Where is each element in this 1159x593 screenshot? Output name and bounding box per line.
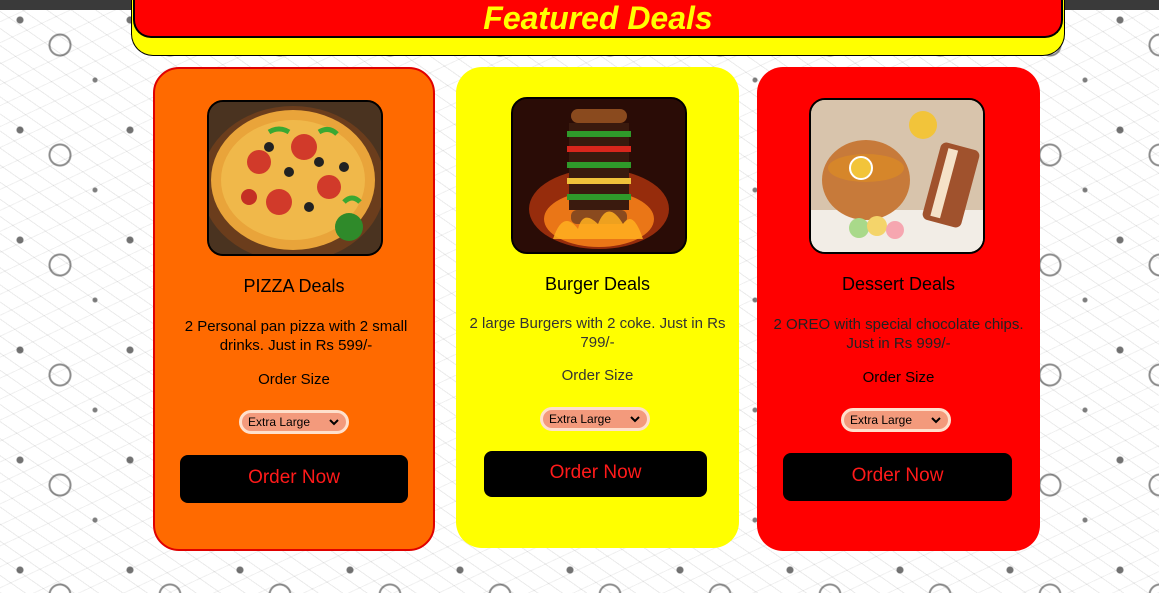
order-size-select[interactable]: Extra Large (841, 408, 951, 432)
featured-header-banner: Featured Deals (133, 0, 1063, 38)
order-size-value: Extra Large (850, 413, 913, 427)
deal-card-dessert: Dessert Deals 2 OREO with special chocol… (757, 67, 1040, 551)
pizza-image (207, 100, 383, 256)
order-size-select[interactable]: Extra Large (239, 410, 349, 434)
order-size-select[interactable]: Extra Large (540, 407, 650, 431)
deal-card-burger: Burger Deals 2 large Burgers with 2 coke… (456, 67, 739, 548)
dessert-image (809, 98, 985, 254)
card-description: 2 large Burgers with 2 coke. Just in Rs … (469, 315, 726, 351)
deal-card-pizza: PIZZA Deals 2 Personal pan pizza with 2 … (153, 67, 435, 551)
card-description: 2 Personal pan pizza with 2 small drinks… (184, 318, 408, 354)
order-now-button[interactable]: Order Now (783, 453, 1012, 501)
order-now-button[interactable]: Order Now (180, 455, 408, 503)
order-now-button[interactable]: Order Now (484, 451, 707, 497)
card-title: Burger Deals (544, 274, 651, 294)
order-size-value: Extra Large (549, 412, 612, 426)
burger-image (511, 97, 687, 254)
card-title: PIZZA Deals (243, 276, 345, 296)
chevron-down-icon (630, 416, 640, 423)
order-size-label: Order Size (561, 367, 634, 384)
chevron-down-icon (329, 419, 339, 426)
featured-header: Featured Deals (131, 0, 1065, 56)
card-description: 2 OREO with special chocolate chips. Jus… (773, 316, 1024, 352)
card-title: Dessert Deals (841, 274, 956, 294)
order-size-label: Order Size (862, 369, 935, 386)
chevron-down-icon (931, 417, 941, 424)
order-size-value: Extra Large (248, 415, 311, 429)
page-title: Featured Deals (483, 0, 713, 36)
order-size-label: Order Size (258, 371, 330, 388)
